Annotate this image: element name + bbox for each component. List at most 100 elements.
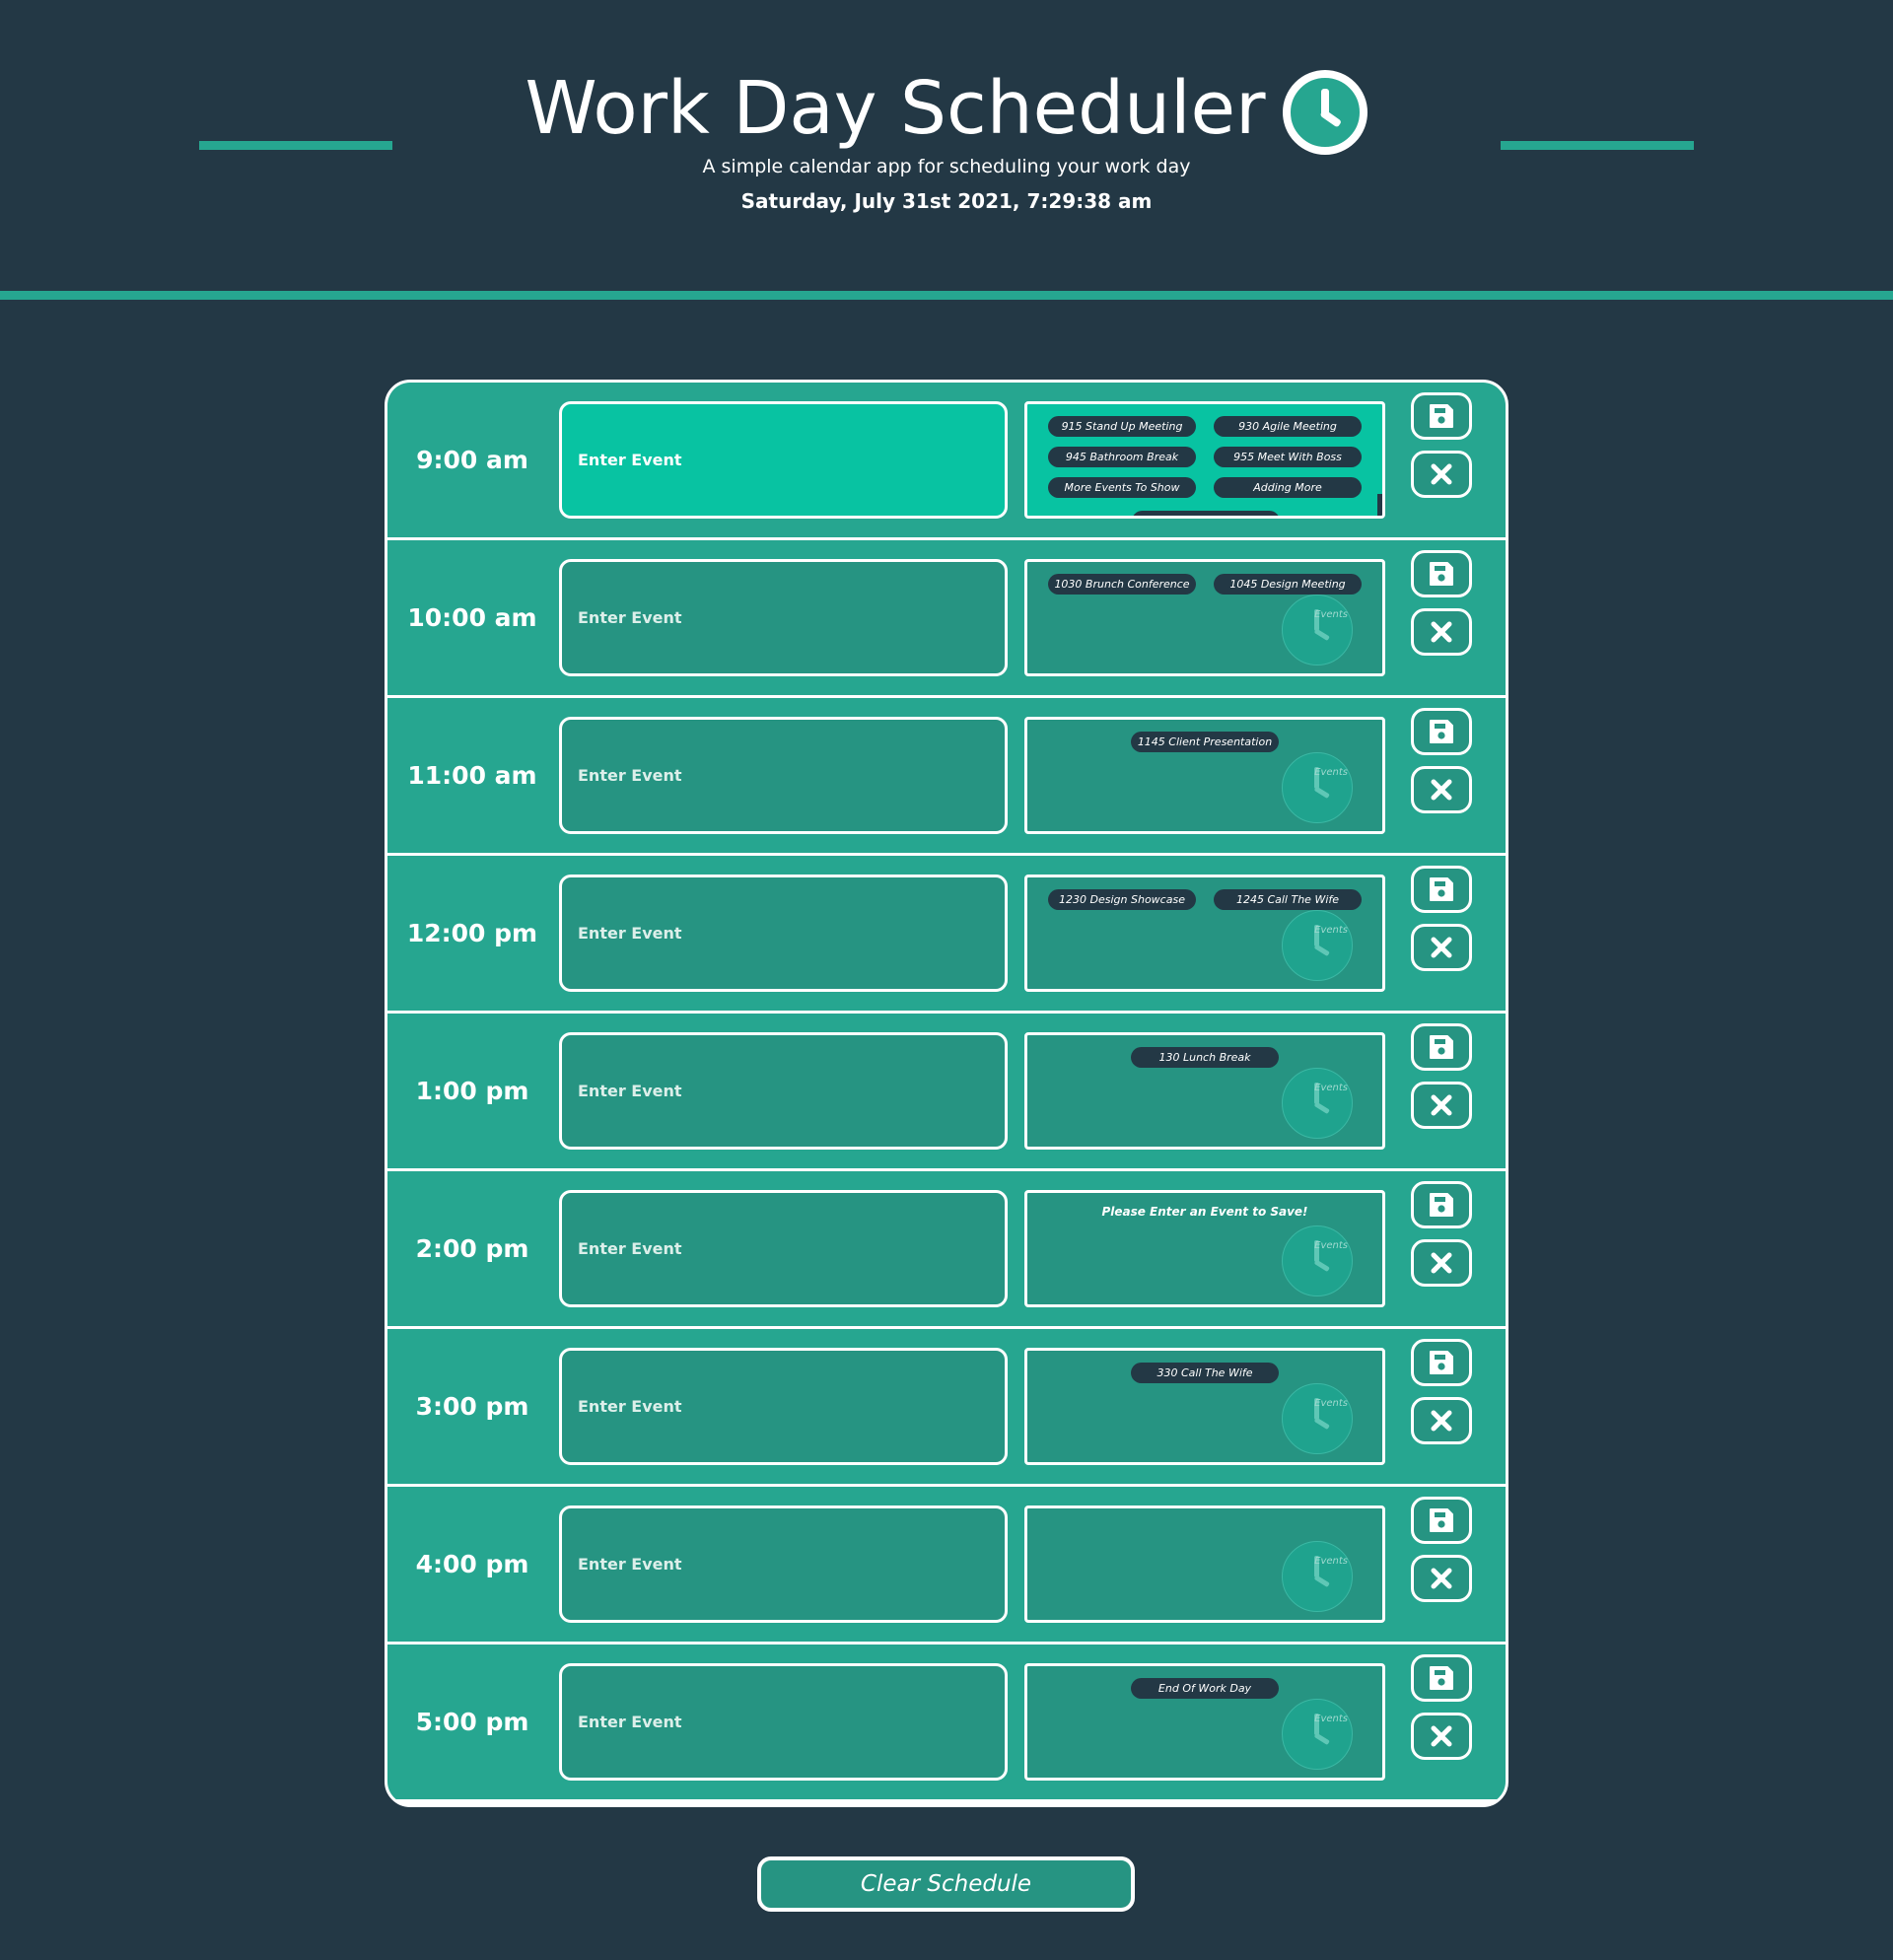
current-datetime: Saturday, July 31st 2021, 7:29:38 am — [740, 189, 1153, 213]
save-icon — [1430, 877, 1453, 901]
event-input[interactable] — [559, 559, 1008, 676]
save-button[interactable] — [1411, 1654, 1472, 1702]
event-input[interactable] — [559, 1505, 1008, 1623]
hour-label: 9:00 am — [416, 446, 528, 474]
event-chip-list: 1030 Brunch Conference 1045 Design Meetin… — [1041, 574, 1368, 595]
hour-label: 11:00 am — [407, 761, 537, 790]
events-clock-icon: Events — [1282, 595, 1353, 665]
time-block-row: 3:00 pm Events 330 Call The Wife — [387, 1329, 1506, 1484]
delete-button[interactable] — [1411, 1713, 1472, 1760]
close-icon — [1431, 463, 1452, 485]
hour-label: 2:00 pm — [415, 1234, 529, 1263]
events-watermark: Events — [1314, 1398, 1348, 1409]
saved-events-panel: Events 130 Lunch Break — [1024, 1032, 1385, 1150]
events-clock-icon: Events — [1282, 1068, 1353, 1139]
events-clock-icon: Events — [1282, 1541, 1353, 1612]
delete-button[interactable] — [1411, 1082, 1472, 1129]
close-icon — [1431, 1725, 1452, 1747]
event-chip: 1030 Brunch Conference — [1048, 574, 1196, 595]
event-chip: End Of Work Day — [1131, 1678, 1279, 1699]
hour-label: 3:00 pm — [415, 1392, 529, 1421]
event-chip: 1245 Call The Wife — [1214, 889, 1362, 910]
events-watermark: Events — [1314, 925, 1348, 936]
saved-events-panel: Events 1145 Client Presentation — [1024, 717, 1385, 834]
event-chip: 945 Bathroom Break — [1048, 447, 1196, 467]
delete-button[interactable] — [1411, 1397, 1472, 1444]
delete-button[interactable] — [1411, 451, 1472, 498]
delete-button[interactable] — [1411, 608, 1472, 656]
saved-events-panel: Events — [1024, 1505, 1385, 1623]
events-clock-icon: Events — [1282, 752, 1353, 823]
saved-events-panel: Events Please Enter an Event to Save! — [1024, 1190, 1385, 1307]
save-icon — [1430, 1193, 1453, 1217]
save-icon — [1430, 1666, 1453, 1690]
event-chip: 955 Meet With Boss — [1214, 447, 1362, 467]
saved-events-panel: Events 1030 Brunch Conference 1045 Design… — [1024, 559, 1385, 676]
time-block-row: 12:00 pm Events 1230 Design Showcase 1245… — [387, 856, 1506, 1011]
save-icon — [1430, 1035, 1453, 1059]
event-chip: 1145 Client Presentation — [1131, 732, 1279, 752]
save-icon — [1430, 1508, 1453, 1532]
event-chip-list: 330 Call The Wife — [1041, 1363, 1368, 1383]
time-block-row: 11:00 am Events 1145 Client Presentation — [387, 698, 1506, 853]
saved-events-panel: Events 1230 Design Showcase 1245 Call The… — [1024, 875, 1385, 992]
events-watermark: Events — [1314, 1714, 1348, 1724]
event-input[interactable] — [559, 875, 1008, 992]
event-input[interactable] — [559, 717, 1008, 834]
hour-label: 12:00 pm — [406, 919, 538, 947]
event-chip-partial — [1132, 511, 1280, 516]
saved-events-panel: 915 Stand Up Meeting 930 Agile Meeting 945… — [1024, 401, 1385, 519]
events-clock-icon: Events — [1282, 1699, 1353, 1770]
save-button[interactable] — [1411, 1181, 1472, 1228]
save-button[interactable] — [1411, 1023, 1472, 1071]
event-chip: 1045 Design Meeting — [1214, 574, 1362, 595]
hour-label: 5:00 pm — [415, 1708, 529, 1736]
close-icon — [1431, 1094, 1452, 1116]
save-button[interactable] — [1411, 392, 1472, 440]
event-input[interactable] — [559, 1663, 1008, 1781]
events-watermark: Events — [1314, 1083, 1348, 1093]
event-chip-list: End Of Work Day — [1041, 1678, 1368, 1699]
events-watermark: Events — [1314, 1556, 1348, 1567]
hour-label: 4:00 pm — [415, 1550, 529, 1578]
events-watermark: Events — [1314, 767, 1348, 778]
delete-button[interactable] — [1411, 1239, 1472, 1287]
save-button[interactable] — [1411, 1339, 1472, 1386]
clock-icon — [1282, 70, 1367, 155]
save-icon — [1430, 720, 1453, 743]
event-chip: 130 Lunch Break — [1131, 1047, 1279, 1068]
events-clock-icon: Events — [1282, 1225, 1353, 1296]
close-icon — [1431, 1410, 1452, 1432]
time-block-row: 4:00 pm Events — [387, 1487, 1506, 1642]
events-clock-icon: Events — [1282, 910, 1353, 981]
event-input[interactable] — [559, 401, 1008, 519]
saved-events-panel: Events End Of Work Day — [1024, 1663, 1385, 1781]
events-watermark: Events — [1314, 609, 1348, 620]
event-chip-list: 130 Lunch Break — [1041, 1047, 1368, 1068]
save-icon — [1430, 562, 1453, 586]
save-button[interactable] — [1411, 866, 1472, 913]
event-input[interactable] — [559, 1032, 1008, 1150]
delete-button[interactable] — [1411, 924, 1472, 971]
save-button[interactable] — [1411, 550, 1472, 597]
clear-schedule-button[interactable]: Clear Schedule — [757, 1856, 1135, 1912]
event-input[interactable] — [559, 1348, 1008, 1465]
save-warning: Please Enter an Event to Save! — [1101, 1205, 1308, 1219]
event-chip-list: 1230 Design Showcase 1245 Call The Wife — [1041, 889, 1368, 910]
time-block-row: 2:00 pm Events Please Enter an Event to … — [387, 1171, 1506, 1326]
save-button[interactable] — [1411, 1497, 1472, 1544]
schedule-table: 9:00 am 915 Stand Up Meeting 930 Agile Me… — [385, 380, 1508, 1807]
delete-button[interactable] — [1411, 766, 1472, 813]
page-subtitle: A simple calendar app for scheduling you… — [702, 156, 1191, 177]
delete-button[interactable] — [1411, 1555, 1472, 1602]
events-clock-icon: Events — [1282, 1383, 1353, 1454]
event-chip-list: 915 Stand Up Meeting 930 Agile Meeting 945… — [1041, 416, 1368, 498]
save-icon — [1430, 404, 1453, 428]
hour-label: 1:00 pm — [415, 1077, 529, 1105]
save-button[interactable] — [1411, 708, 1472, 755]
events-watermark: Events — [1314, 1240, 1348, 1251]
event-chip: 1230 Design Showcase — [1048, 889, 1196, 910]
close-icon — [1431, 1252, 1452, 1274]
header: Work Day Scheduler — [0, 59, 1893, 158]
event-input[interactable] — [559, 1190, 1008, 1307]
